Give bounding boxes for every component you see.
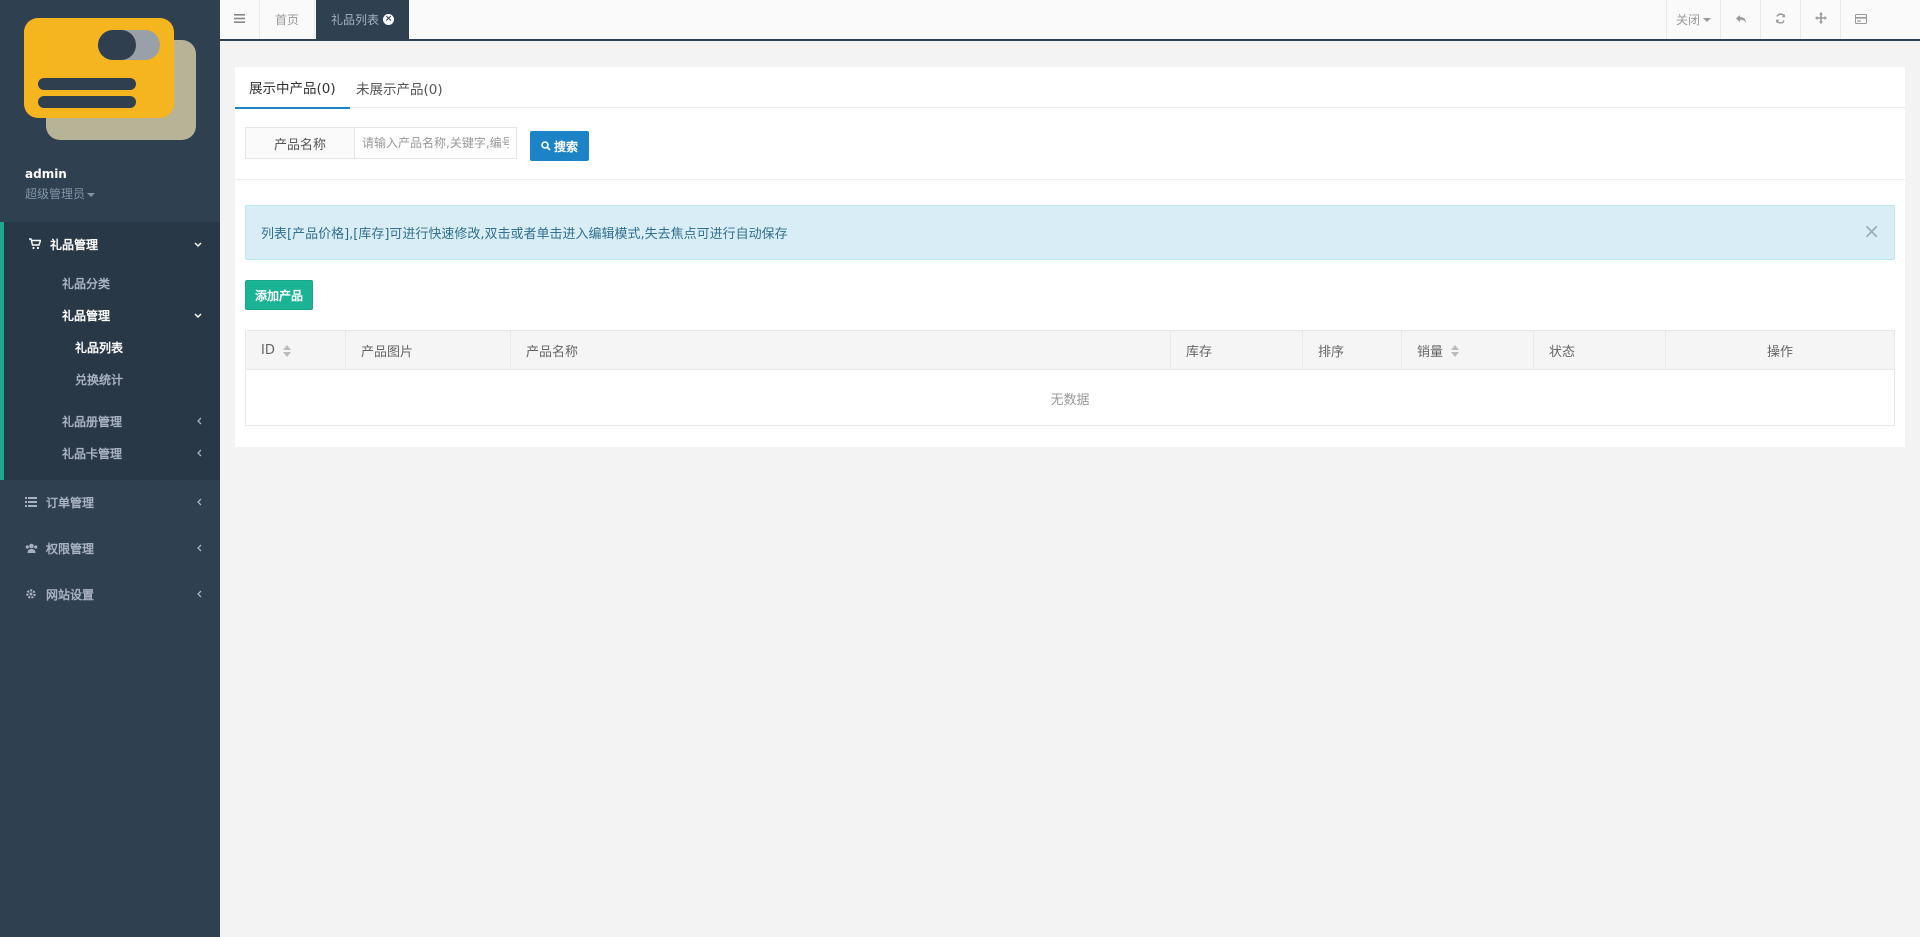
- tab-label: 未展示产品(0): [356, 81, 443, 98]
- tab-bar: 首页 礼品列表 × 关闭: [220, 0, 1920, 41]
- sidebar-item-gift-mgmt-sub[interactable]: 礼品管理: [0, 300, 220, 330]
- product-table: ID 产品图片 产品名称 库存 排序 销量 状态 操作 无数据: [245, 330, 1895, 426]
- chevron-left-icon: [196, 496, 202, 509]
- empty-table-message: 无数据: [1050, 393, 1090, 408]
- chevron-left-icon: [196, 542, 202, 555]
- menu-toggle-button[interactable]: [220, 0, 260, 39]
- user-role-label: 超级管理员: [25, 187, 86, 201]
- column-header-actions: 操作: [1666, 331, 1894, 370]
- sidebar-item-gift-mgmt[interactable]: 礼品管理: [0, 229, 220, 259]
- move-icon: [1814, 12, 1827, 27]
- column-label: 产品图片: [361, 345, 414, 360]
- chevron-left-icon: [196, 447, 202, 460]
- search-button-label: 搜索: [553, 139, 578, 154]
- back-button[interactable]: [1720, 0, 1760, 39]
- column-label: 操作: [1766, 345, 1793, 360]
- sidebar-item-gift-card-mgmt[interactable]: 礼品卡管理: [0, 438, 220, 468]
- sidebar-item-label: 订单管理: [46, 495, 95, 510]
- tab-gift-list[interactable]: 礼品列表 ×: [316, 0, 410, 39]
- tab-showing-products[interactable]: 展示中产品(0): [235, 67, 350, 109]
- column-label: 产品名称: [526, 345, 579, 360]
- column-label: 排序: [1318, 345, 1345, 360]
- sidebar-item-gift-book-mgmt[interactable]: 礼品册管理: [0, 406, 220, 436]
- sidebar-item-label: 礼品册管理: [62, 414, 123, 429]
- tab-label: 展示中产品(0): [249, 81, 336, 97]
- sidebar-item-label: 礼品分类: [62, 276, 111, 291]
- sidebar: admin 超级管理员 礼品管理 礼品分类 礼品管理 礼品列表 兑换统计 礼品册…: [0, 0, 220, 937]
- sidebar-item-label: 礼品列表: [75, 340, 124, 355]
- sidebar-item-label: 网站设置: [46, 587, 95, 602]
- close-icon[interactable]: ×: [1863, 221, 1880, 241]
- refresh-icon: [1775, 12, 1786, 27]
- sidebar-item-redeem-stats[interactable]: 兑换统计: [0, 364, 220, 394]
- tab-hidden-products[interactable]: 未展示产品(0): [342, 67, 457, 108]
- tab-bar-actions: 关闭: [1666, 0, 1880, 39]
- sort-icon: [282, 344, 291, 358]
- chevron-down-icon: [194, 309, 202, 322]
- column-label: ID: [261, 343, 275, 358]
- chevron-down-icon: [194, 238, 202, 251]
- search-field-label: 产品名称: [245, 127, 355, 159]
- sort-icon: [1451, 344, 1460, 358]
- divider: [235, 179, 1905, 180]
- search-input[interactable]: [355, 127, 517, 159]
- sidebar-item-label: 权限管理: [46, 541, 95, 556]
- add-product-button[interactable]: 添加产品: [245, 280, 313, 310]
- column-header-stock: 库存: [1171, 331, 1303, 370]
- column-header-id[interactable]: ID: [246, 331, 346, 370]
- chevron-left-icon: [196, 588, 202, 601]
- credit-card-icon: [1854, 13, 1867, 27]
- column-header-status: 状态: [1534, 331, 1666, 370]
- reply-icon: [1735, 13, 1747, 27]
- close-tab-icon[interactable]: ×: [383, 14, 395, 25]
- tab-label: 礼品列表: [331, 13, 380, 27]
- alert-text: 列表[产品价格],[库存]可进行快速修改,双击或者单击进入编辑模式,失去焦点可进…: [261, 227, 788, 242]
- users-icon: [24, 541, 38, 555]
- column-label: 状态: [1549, 345, 1576, 360]
- sidebar-item-label: 礼品管理: [62, 308, 111, 323]
- gear-icon: [24, 587, 38, 601]
- user-name: admin: [25, 167, 67, 181]
- fullscreen-button[interactable]: [1800, 0, 1840, 39]
- close-tabs-dropdown[interactable]: 关闭: [1666, 0, 1720, 39]
- product-tabs: 展示中产品(0) 未展示产品(0): [235, 67, 1905, 109]
- cart-icon: [28, 237, 42, 251]
- panel-footer-gap: [235, 447, 1905, 454]
- tab-home[interactable]: 首页: [260, 0, 316, 39]
- hamburger-icon: [234, 12, 245, 27]
- column-header-sales[interactable]: 销量: [1402, 331, 1534, 370]
- table-header: ID 产品图片 产品名称 库存 排序 销量 状态 操作: [246, 331, 1894, 370]
- search-button[interactable]: 搜索: [530, 131, 589, 161]
- column-label: 销量: [1417, 345, 1444, 360]
- search-form: 产品名称: [245, 127, 517, 159]
- refresh-button[interactable]: [1760, 0, 1800, 39]
- logo: [24, 18, 196, 143]
- sidebar-item-order-mgmt[interactable]: 订单管理: [0, 487, 220, 517]
- search-icon: [541, 141, 551, 151]
- tab-label: 首页: [275, 13, 300, 27]
- close-tabs-label: 关闭: [1675, 13, 1700, 27]
- content-panel: 展示中产品(0) 未展示产品(0) 产品名称 搜索 列表[产品价格],[库存]可…: [235, 67, 1905, 454]
- caret-down-icon: [1703, 17, 1711, 22]
- sidebar-item-label: 礼品卡管理: [62, 446, 123, 461]
- column-label: 库存: [1186, 345, 1213, 360]
- user-role-dropdown[interactable]: 超级管理员: [25, 185, 96, 202]
- column-header-image: 产品图片: [346, 331, 511, 370]
- add-product-label: 添加产品: [254, 288, 303, 303]
- chevron-left-icon: [196, 415, 202, 428]
- info-alert: 列表[产品价格],[库存]可进行快速修改,双击或者单击进入编辑模式,失去焦点可进…: [245, 205, 1895, 260]
- caret-down-icon: [87, 192, 96, 197]
- column-header-sort: 排序: [1303, 331, 1402, 370]
- sidebar-item-label: 兑换统计: [75, 372, 124, 387]
- sidebar-item-permission-mgmt[interactable]: 权限管理: [0, 533, 220, 563]
- sidebar-item-gift-category[interactable]: 礼品分类: [0, 268, 220, 298]
- sidebar-item-site-settings[interactable]: 网站设置: [0, 579, 220, 609]
- layout-button[interactable]: [1840, 0, 1880, 39]
- sidebar-item-label: 礼品管理: [50, 237, 99, 252]
- column-header-name: 产品名称: [511, 331, 1171, 370]
- list-icon: [24, 495, 38, 509]
- sidebar-item-gift-list[interactable]: 礼品列表: [0, 332, 220, 362]
